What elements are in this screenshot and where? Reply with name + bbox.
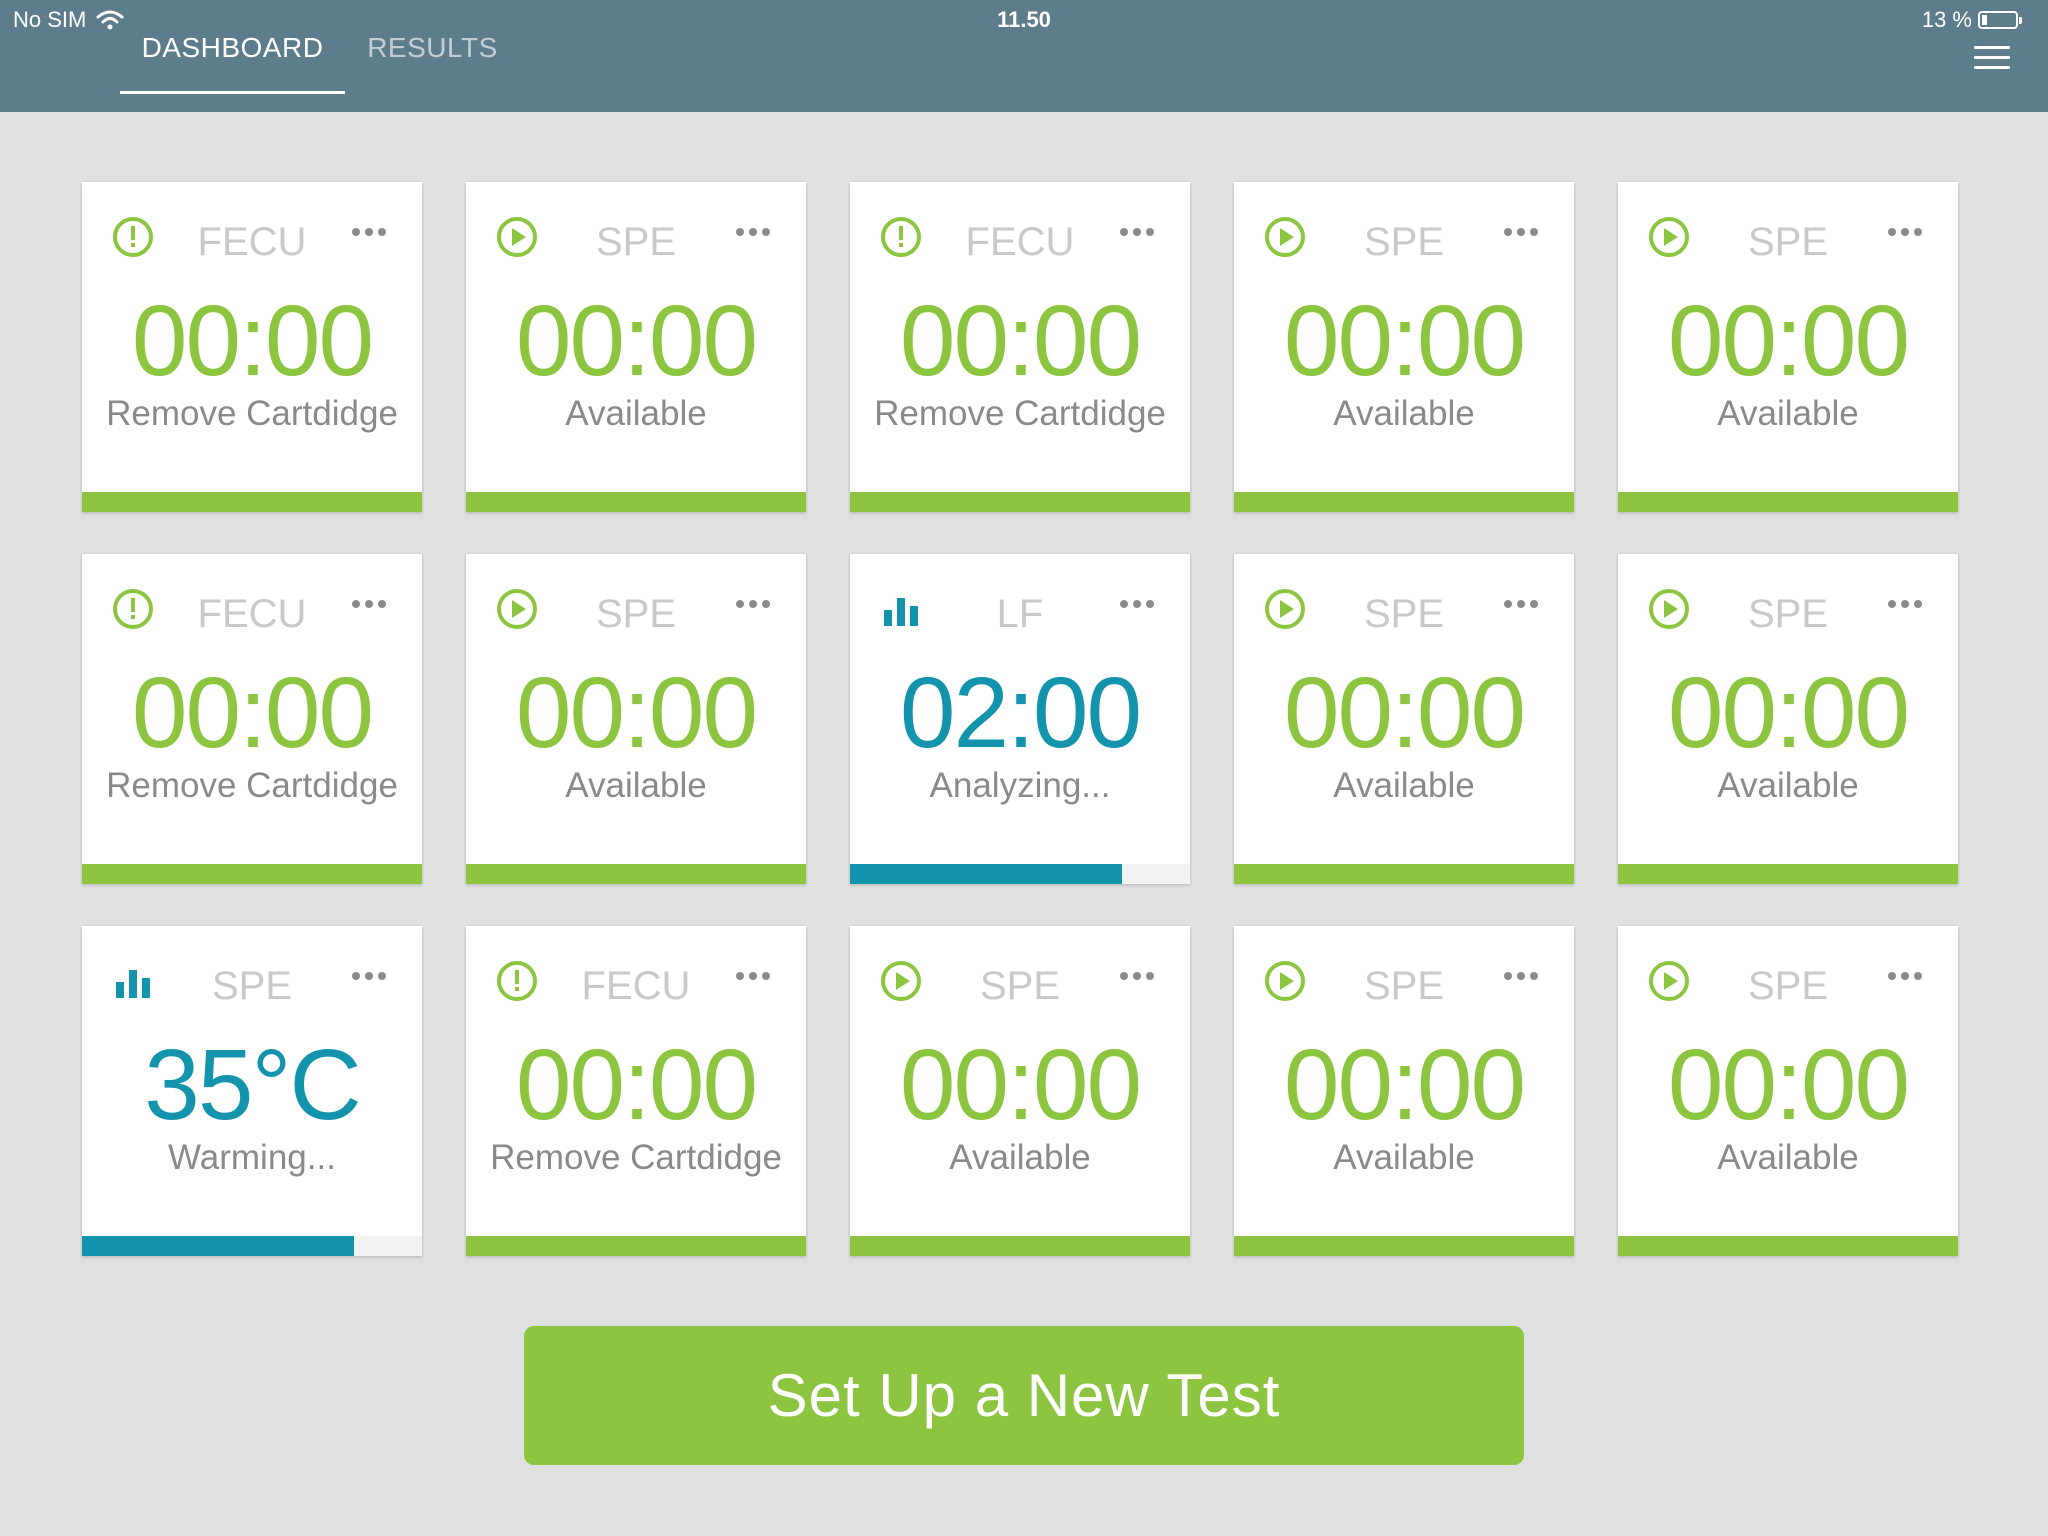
card-status: Available — [1333, 394, 1475, 433]
more-options-icon[interactable] — [1504, 594, 1538, 614]
station-card[interactable]: SPE 00:00 Available — [1234, 926, 1574, 1256]
card-status: Remove Cartdidge — [874, 394, 1166, 433]
app-header: No SIM 11.50 13 % DASHBOARD RESULTS — [0, 0, 2048, 112]
card-status: Analyzing... — [929, 766, 1111, 805]
battery-icon — [1978, 11, 2022, 29]
progress-bar — [82, 492, 422, 512]
station-card[interactable]: SPE 35°C Warming... — [82, 926, 422, 1256]
station-card[interactable]: SPE 00:00 Available — [850, 926, 1190, 1256]
tab-dashboard[interactable]: DASHBOARD — [120, 30, 345, 94]
card-timer: 00:00 — [1667, 657, 1910, 769]
progress-bar — [850, 1236, 1190, 1256]
progress-bar — [850, 864, 1190, 884]
progress-bar — [850, 492, 1190, 512]
station-card[interactable]: SPE 00:00 Available — [466, 554, 806, 884]
card-status: Available — [565, 766, 707, 805]
card-timer: 02:00 — [899, 657, 1142, 769]
station-card[interactable]: SPE 00:00 Available — [1618, 926, 1958, 1256]
station-card[interactable]: SPE 00:00 Available — [1234, 182, 1574, 512]
card-status: Available — [1333, 1138, 1475, 1177]
more-options-icon[interactable] — [352, 966, 386, 986]
card-timer: 00:00 — [1667, 285, 1910, 397]
progress-bar — [466, 1236, 806, 1256]
card-timer: 00:00 — [1667, 1029, 1910, 1141]
more-options-icon[interactable] — [1888, 966, 1922, 986]
progress-bar — [1234, 864, 1574, 884]
more-options-icon[interactable] — [1120, 222, 1154, 242]
progress-bar — [1618, 864, 1958, 884]
station-card[interactable]: FECU 00:00 Remove Cartdidge — [82, 182, 422, 512]
progress-bar — [1618, 1236, 1958, 1256]
more-options-icon[interactable] — [736, 222, 770, 242]
set-up-new-test-button[interactable]: Set Up a New Test — [524, 1326, 1524, 1465]
card-status: Available — [949, 1138, 1091, 1177]
more-options-icon[interactable] — [736, 594, 770, 614]
more-options-icon[interactable] — [352, 222, 386, 242]
card-timer: 00:00 — [899, 285, 1142, 397]
progress-bar — [1618, 492, 1958, 512]
card-timer: 00:00 — [131, 285, 374, 397]
progress-bar — [1234, 492, 1574, 512]
more-options-icon[interactable] — [736, 966, 770, 986]
progress-bar — [466, 864, 806, 884]
more-options-icon[interactable] — [1504, 966, 1538, 986]
card-status: Warming... — [168, 1138, 336, 1177]
progress-bar — [1234, 1236, 1574, 1256]
card-status: Available — [1333, 766, 1475, 805]
card-status: Available — [1717, 766, 1859, 805]
card-timer: 00:00 — [515, 1029, 758, 1141]
station-card[interactable]: SPE 00:00 Available — [1618, 182, 1958, 512]
more-options-icon[interactable] — [1888, 594, 1922, 614]
card-timer: 00:00 — [899, 1029, 1142, 1141]
progress-bar — [82, 1236, 422, 1256]
more-options-icon[interactable] — [1120, 966, 1154, 986]
more-options-icon[interactable] — [1888, 222, 1922, 242]
card-timer: 00:00 — [515, 657, 758, 769]
card-timer: 00:00 — [515, 285, 758, 397]
more-options-icon[interactable] — [1504, 222, 1538, 242]
station-card[interactable]: FECU 00:00 Remove Cartdidge — [850, 182, 1190, 512]
progress-bar — [82, 864, 422, 884]
card-status: Available — [565, 394, 707, 433]
status-battery: 13 % — [1921, 7, 2022, 33]
station-card[interactable]: SPE 00:00 Available — [1234, 554, 1574, 884]
tab-results[interactable]: RESULTS — [365, 30, 500, 94]
card-timer: 35°C — [144, 1029, 361, 1141]
station-card[interactable]: SPE 00:00 Available — [466, 182, 806, 512]
card-timer: 00:00 — [131, 657, 374, 769]
battery-percent: 13 % — [1921, 7, 1972, 32]
card-timer: 00:00 — [1283, 657, 1526, 769]
station-card[interactable]: SPE 00:00 Available — [1618, 554, 1958, 884]
card-timer: 00:00 — [1283, 1029, 1526, 1141]
card-status: Available — [1717, 1138, 1859, 1177]
card-status: Remove Cartdidge — [106, 766, 398, 805]
more-options-icon[interactable] — [1120, 594, 1154, 614]
card-status: Remove Cartdidge — [490, 1138, 782, 1177]
card-status: Remove Cartdidge — [106, 394, 398, 433]
station-card[interactable]: FECU 00:00 Remove Cartdidge — [82, 554, 422, 884]
more-options-icon[interactable] — [352, 594, 386, 614]
card-timer: 00:00 — [1283, 285, 1526, 397]
station-card[interactable]: LF 02:00 Analyzing... — [850, 554, 1190, 884]
progress-bar — [466, 492, 806, 512]
menu-icon[interactable] — [1974, 46, 2010, 72]
station-card[interactable]: FECU 00:00 Remove Cartdidge — [466, 926, 806, 1256]
card-status: Available — [1717, 394, 1859, 433]
